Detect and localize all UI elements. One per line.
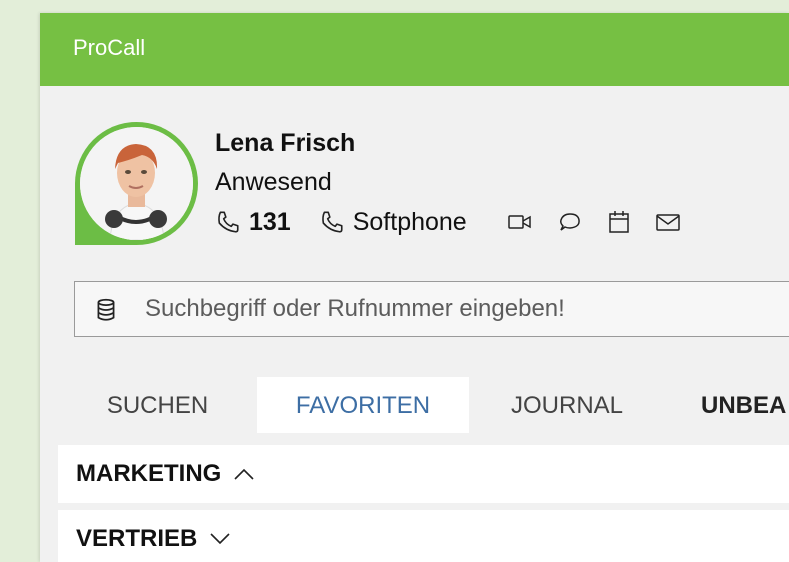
app-title: ProCall [73, 35, 146, 60]
tab-unbeantwortet[interactable]: UNBEA [665, 377, 789, 433]
tab-favoriten[interactable]: FAVORITEN [257, 377, 469, 433]
calendar-icon[interactable] [607, 209, 631, 235]
device-label[interactable]: Softphone [353, 208, 467, 237]
phone-icon[interactable] [215, 209, 241, 235]
group-label: VERTRIEB [76, 525, 198, 552]
extension-number[interactable]: 131 [249, 208, 291, 237]
database-icon [93, 297, 119, 328]
avatar[interactable] [75, 122, 198, 245]
chevron-up-icon[interactable] [233, 467, 255, 481]
avatar-photo [80, 127, 193, 240]
tab-journal[interactable]: JOURNAL [469, 377, 665, 433]
tab-bar: SUCHEN FAVORITEN JOURNAL UNBEA [58, 377, 789, 433]
group-marketing[interactable]: MARKETING [58, 445, 789, 503]
search-input[interactable] [145, 282, 785, 336]
chevron-down-icon[interactable] [209, 532, 231, 546]
search-box[interactable] [74, 281, 789, 337]
title-bar[interactable]: ProCall [40, 13, 789, 86]
softphone-icon[interactable] [319, 209, 345, 235]
contact-actions: 131 Softphone [215, 205, 705, 239]
mail-icon[interactable] [655, 212, 681, 232]
user-name: Lena Frisch [215, 129, 356, 157]
group-vertrieb[interactable]: VERTRIEB [58, 510, 789, 562]
tab-suchen[interactable]: SUCHEN [58, 377, 257, 433]
chat-icon[interactable] [557, 210, 583, 234]
video-icon[interactable] [507, 212, 533, 232]
group-label: MARKETING [76, 460, 222, 487]
presence-status[interactable]: Anwesend [215, 166, 332, 198]
app-window: ProCall Lena Frisch Anwesend 131 Softpho… [40, 13, 789, 562]
